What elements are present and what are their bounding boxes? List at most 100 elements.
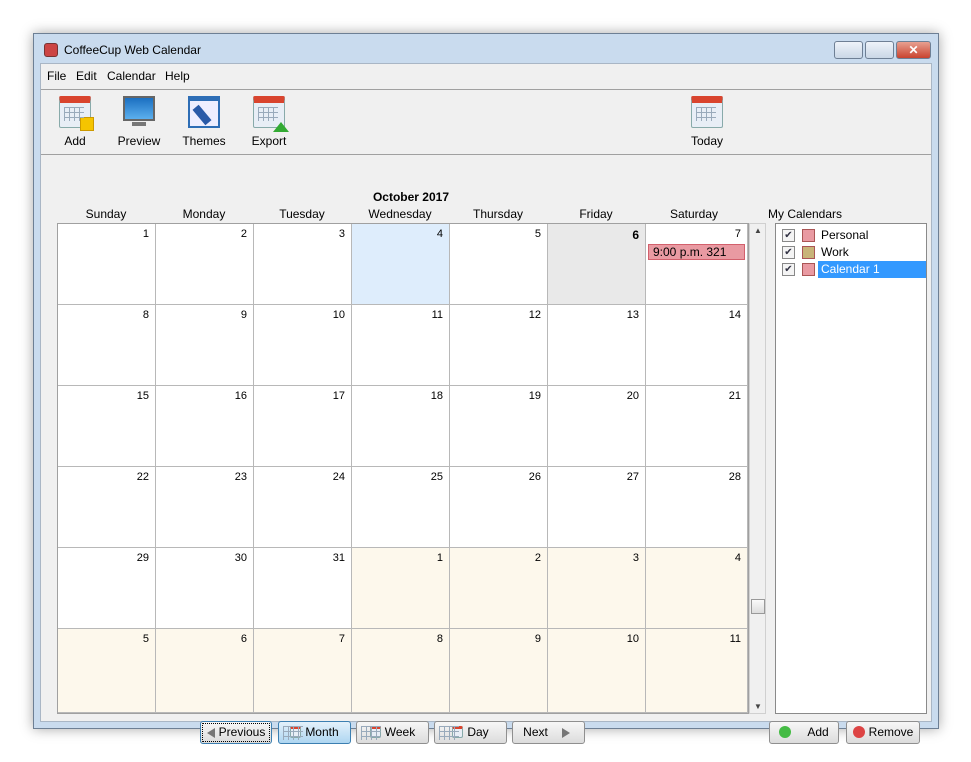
day-cell[interactable]: 5 [58, 629, 156, 713]
month-grid: 1 2 3 4 5 6 7 9:00 p.m. 321 8 9 10 11 12 13 14 15 16 17 18… [57, 223, 749, 714]
day-cell[interactable]: 29 [58, 548, 156, 629]
day-cell[interactable]: 3 [254, 224, 352, 305]
day-cell[interactable]: 9 [156, 305, 254, 386]
day-cell[interactable]: 8 [58, 305, 156, 386]
day-cell[interactable]: 26 [450, 467, 548, 548]
day-cell[interactable]: 18 [352, 386, 450, 467]
scroll-thumb[interactable] [751, 599, 765, 614]
day-cell[interactable]: 23 [156, 467, 254, 548]
month-view-button[interactable]: Month [278, 721, 351, 744]
previous-button[interactable]: Previous [200, 721, 272, 744]
day-cell[interactable]: 7 9:00 p.m. 321 [646, 224, 748, 305]
themes-label: Themes [182, 134, 226, 148]
themes-button[interactable]: Themes [174, 96, 234, 148]
day-icon [452, 726, 464, 738]
menu-calendar[interactable]: Calendar [107, 69, 156, 83]
week-view-button[interactable]: Week [356, 721, 429, 744]
day-cell[interactable]: 27 [548, 467, 646, 548]
export-button[interactable]: Export [239, 96, 299, 148]
day-view-button[interactable]: Day [434, 721, 507, 744]
calendar-list-item[interactable]: ✔ Calendar 1 [780, 261, 926, 278]
calendar-color-swatch [802, 246, 815, 259]
day-cell[interactable]: 15 [58, 386, 156, 467]
day-number: 8 [436, 633, 443, 645]
menu-edit[interactable]: Edit [76, 69, 97, 83]
add-calendar-button[interactable]: Add [769, 721, 839, 744]
day-cell[interactable]: 6 [548, 224, 646, 305]
add-event-button[interactable]: Add [45, 96, 105, 148]
day-cell[interactable]: 13 [548, 305, 646, 386]
my-calendars-label: My Calendars [768, 207, 843, 221]
vertical-scrollbar[interactable]: ▲ ▼ [749, 223, 766, 714]
day-number: 9 [534, 633, 541, 645]
calendar-list-item[interactable]: ✔ Work [780, 244, 926, 261]
day-cell[interactable]: 10 [254, 305, 352, 386]
day-cell[interactable]: 2 [450, 548, 548, 629]
calendar-name: Calendar 1 [818, 261, 926, 278]
day-cell[interactable]: 3 [548, 548, 646, 629]
event-item[interactable]: 9:00 p.m. 321 [648, 244, 745, 260]
scroll-up-arrow-icon[interactable]: ▲ [754, 226, 762, 235]
day-number: 4 [734, 552, 741, 564]
day-number: 3 [632, 552, 639, 564]
day-cell[interactable]: 12 [450, 305, 548, 386]
calendar-checkbox[interactable]: ✔ [782, 229, 795, 242]
day-cell[interactable]: 30 [156, 548, 254, 629]
day-cell[interactable]: 28 [646, 467, 748, 548]
export-label: Export [251, 134, 287, 148]
scroll-down-arrow-icon[interactable]: ▼ [754, 702, 762, 711]
day-number: 19 [528, 390, 541, 402]
day-number: 5 [142, 633, 149, 645]
day-number: 18 [430, 390, 443, 402]
calendar-checkbox[interactable]: ✔ [782, 246, 795, 259]
day-cell[interactable]: 19 [450, 386, 548, 467]
menu-bar: File Edit Calendar Help [41, 64, 931, 88]
calendar-list-item[interactable]: ✔ Personal [780, 227, 926, 244]
day-cell[interactable]: 1 [352, 548, 450, 629]
day-cell[interactable]: 11 [352, 305, 450, 386]
day-number: 2 [240, 228, 247, 240]
my-calendars-list: ✔ Personal ✔ Work ✔ Calendar 1 [775, 223, 927, 714]
day-cell[interactable]: 22 [58, 467, 156, 548]
menu-file[interactable]: File [47, 69, 66, 83]
day-cell[interactable]: 1 [58, 224, 156, 305]
remove-calendar-button[interactable]: Remove [846, 721, 920, 744]
day-cell[interactable]: 20 [548, 386, 646, 467]
day-cell[interactable]: 2 [156, 224, 254, 305]
month-label: Month [305, 725, 339, 739]
maximize-button[interactable] [865, 41, 894, 59]
day-cell[interactable]: 16 [156, 386, 254, 467]
day-cell[interactable]: 10 [548, 629, 646, 713]
today-button[interactable]: Today [677, 96, 737, 148]
day-cell[interactable]: 9 [450, 629, 548, 713]
day-cell[interactable]: 5 [450, 224, 548, 305]
day-cell[interactable]: 24 [254, 467, 352, 548]
day-cell[interactable]: 4 [646, 548, 748, 629]
day-cell[interactable]: 7 [254, 629, 352, 713]
day-cell[interactable]: 17 [254, 386, 352, 467]
next-button[interactable]: Next [512, 721, 585, 744]
themes-brush-icon [188, 96, 220, 128]
day-cell[interactable]: 31 [254, 548, 352, 629]
calendar-checkbox[interactable]: ✔ [782, 263, 795, 276]
day-number: 26 [528, 471, 541, 483]
add-calendar-label: Add [807, 725, 829, 739]
day-number: 20 [626, 390, 639, 402]
day-number: 23 [234, 471, 247, 483]
day-cell[interactable]: 25 [352, 467, 450, 548]
day-cell[interactable]: 11 [646, 629, 748, 713]
day-number: 30 [234, 552, 247, 564]
week-label: Week [384, 725, 416, 739]
calendar-name: Work [821, 245, 849, 259]
menu-help[interactable]: Help [165, 69, 190, 83]
day-cell[interactable]: 8 [352, 629, 450, 713]
day-cell[interactable]: 14 [646, 305, 748, 386]
day-cell[interactable]: 6 [156, 629, 254, 713]
close-button[interactable]: ✕ [896, 41, 931, 59]
calendar-color-swatch [802, 229, 815, 242]
minimize-button[interactable] [834, 41, 863, 59]
day-cell[interactable]: 21 [646, 386, 748, 467]
title-bar: CoffeeCup Web Calendar ✕ [34, 34, 938, 64]
preview-button[interactable]: Preview [109, 96, 169, 148]
day-cell[interactable]: 4 [352, 224, 450, 305]
